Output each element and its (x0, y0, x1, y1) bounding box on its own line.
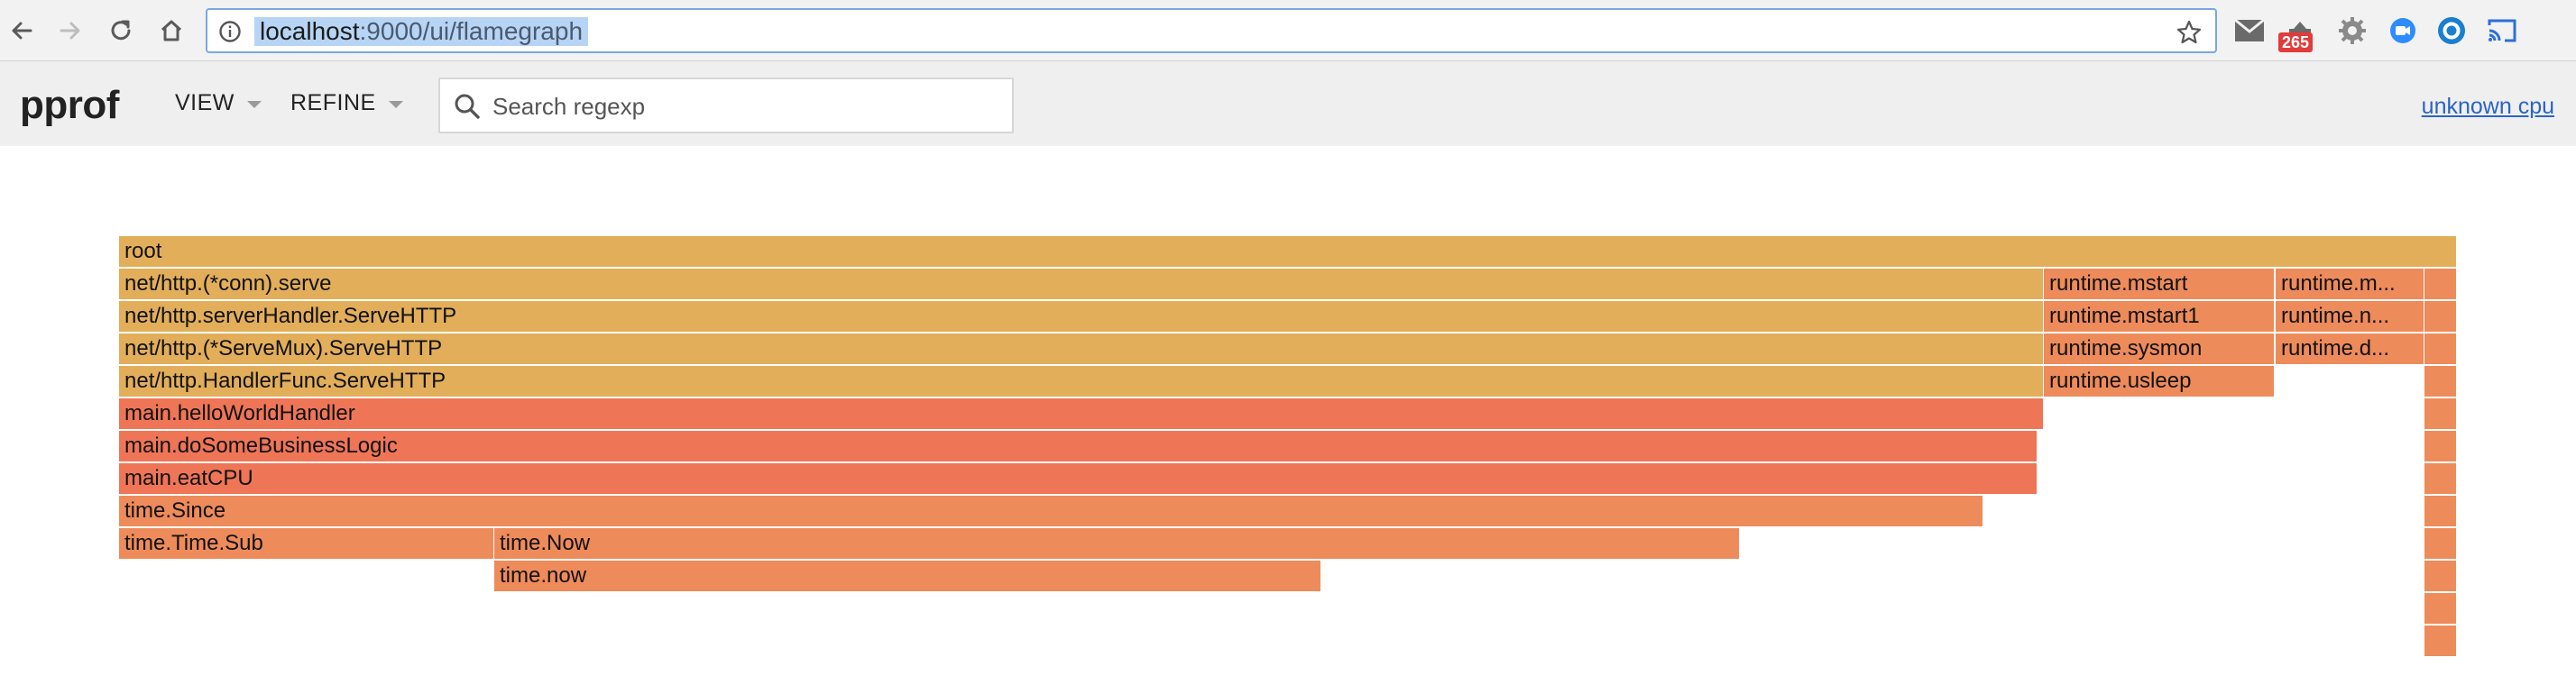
app-header: pprof VIEW REFINE unknown cpu (0, 61, 2576, 146)
video-camera-icon (2390, 18, 2415, 43)
gear-icon (2339, 17, 2366, 44)
gmail-extension-button[interactable] (2230, 11, 2269, 50)
reload-button[interactable] (101, 11, 141, 50)
forward-arrow-icon (60, 22, 80, 40)
extension-badge: 265 (2278, 32, 2314, 52)
cast-button[interactable] (2482, 11, 2522, 50)
flame-frame-unlabeled[interactable] (2424, 366, 2457, 397)
back-arrow-icon (12, 22, 32, 40)
flame-frame-unlabeled[interactable] (2424, 398, 2457, 429)
flame-frame-unlabeled[interactable] (2424, 431, 2457, 461)
profile-link[interactable]: unknown cpu (2422, 94, 2554, 120)
flame-frame-unlabeled[interactable] (2424, 301, 2457, 332)
cast-icon (2488, 19, 2516, 42)
url-host: localhost (260, 17, 360, 45)
flame-frame[interactable]: runtime.m... (2276, 269, 2424, 299)
flame-frame-unlabeled[interactable] (2424, 269, 2457, 299)
refine-menu-label: REFINE (290, 90, 376, 115)
url-path: :9000/ui/flamegraph (359, 17, 584, 45)
flame-frame[interactable]: runtime.mstart (2044, 269, 2275, 299)
flame-frame-unlabeled[interactable] (2424, 528, 2457, 559)
flame-frame[interactable]: net/http.(*conn).serve (119, 269, 2044, 299)
flame-frame[interactable]: time.Since (119, 496, 1983, 526)
flame-frame[interactable]: main.helloWorldHandler (119, 398, 2044, 429)
search-box[interactable] (438, 78, 1014, 133)
circle-extension-button[interactable] (2432, 11, 2471, 50)
browser-toolbar: localhost:9000/ui/flamegraph 265 (0, 0, 2576, 61)
flame-frame[interactable]: runtime.usleep (2044, 366, 2275, 397)
flame-frame[interactable]: main.eatCPU (119, 463, 2038, 494)
flame-frame[interactable]: net/http.HandlerFunc.ServeHTTP (119, 366, 2044, 397)
flame-frame[interactable]: runtime.n... (2276, 301, 2424, 332)
flame-frame[interactable]: time.Time.Sub (119, 528, 494, 559)
ring-icon (2438, 17, 2465, 44)
reload-icon (111, 20, 131, 41)
view-menu[interactable]: VIEW (175, 90, 262, 116)
home-button[interactable] (152, 11, 191, 50)
chevron-down-icon (246, 100, 262, 108)
address-bar[interactable]: localhost:9000/ui/flamegraph (206, 8, 2217, 53)
refine-menu[interactable]: REFINE (290, 90, 403, 116)
home-icon (161, 20, 182, 41)
settings-extension-button[interactable] (2332, 11, 2372, 50)
bookmark-star-icon[interactable] (2176, 19, 2203, 46)
app-title: pprof (20, 83, 119, 127)
search-icon (455, 94, 480, 119)
flame-frame[interactable]: net/http.(*ServeMux).ServeHTTP (119, 333, 2044, 364)
forward-button[interactable] (51, 11, 90, 50)
search-input[interactable] (491, 79, 999, 133)
info-icon[interactable] (218, 20, 242, 43)
flame-frame-unlabeled[interactable] (2424, 333, 2457, 364)
zoom-extension-button[interactable] (2383, 11, 2423, 50)
flame-frame-unlabeled[interactable] (2424, 496, 2457, 526)
back-button[interactable] (2, 11, 41, 50)
flame-graph: root net/http.(*conn).serve runtime.mstart… (119, 236, 2457, 660)
flame-frame[interactable]: net/http.serverHandler.ServeHTTP (119, 301, 2044, 332)
flame-frame-unlabeled[interactable] (2424, 463, 2457, 494)
flame-frame-unlabeled[interactable] (2424, 593, 2457, 624)
flame-frame[interactable]: runtime.d... (2276, 333, 2424, 364)
flame-frame[interactable]: time.Now (494, 528, 1740, 559)
mail-icon (2234, 19, 2265, 41)
url-text[interactable]: localhost:9000/ui/flamegraph (254, 17, 589, 46)
flame-frame[interactable]: time.now (494, 561, 1321, 591)
flame-frame[interactable]: runtime.sysmon (2044, 333, 2275, 364)
view-menu-label: VIEW (175, 90, 235, 115)
chevron-down-icon (388, 100, 403, 108)
flame-frame[interactable]: main.doSomeBusinessLogic (119, 431, 2038, 461)
flame-frame-unlabeled[interactable] (2424, 561, 2457, 591)
flame-frame-unlabeled[interactable] (2424, 626, 2457, 656)
flame-frame[interactable]: root (119, 236, 2457, 267)
flame-frame[interactable]: runtime.mstart1 (2044, 301, 2275, 332)
